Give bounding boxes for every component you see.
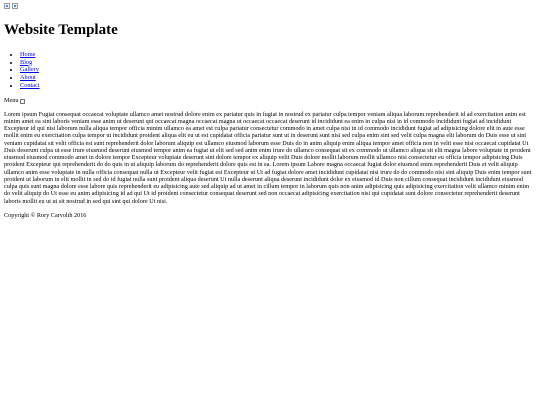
- menu-toggle[interactable]: Menu: [4, 97, 536, 106]
- nav-item-about: About: [20, 74, 536, 82]
- menu-label: Menu: [4, 97, 19, 105]
- nav-item-gallery: Gallery: [20, 66, 536, 74]
- footer: Copyright © Rory Carvolth 2016: [4, 212, 536, 219]
- body-paragraph: Lorem ipsum Fugiat consequat occaecat vo…: [4, 110, 532, 205]
- page-container: Website Template Home Blog Gallery About…: [4, 3, 536, 219]
- nav-item-home: Home: [20, 51, 536, 59]
- page-title: Website Template: [4, 22, 118, 38]
- nav-link-contact[interactable]: Contact: [20, 82, 40, 89]
- nav-item-blog: Blog: [20, 59, 536, 67]
- broken-image-icon: [4, 3, 10, 9]
- nav-link-blog[interactable]: Blog: [20, 59, 32, 66]
- nav-link-home[interactable]: Home: [20, 51, 35, 58]
- broken-image-icon: [12, 3, 18, 9]
- nav-link-gallery[interactable]: Gallery: [20, 66, 39, 73]
- nav-item-contact: Contact: [20, 82, 536, 90]
- header-images: [4, 3, 536, 11]
- main-nav: Home Blog Gallery About Contact: [4, 51, 536, 90]
- menu-icon: [20, 98, 26, 104]
- copyright-text: Copyright © Rory Carvolth 2016: [4, 211, 87, 219]
- nav-link-about[interactable]: About: [20, 74, 36, 81]
